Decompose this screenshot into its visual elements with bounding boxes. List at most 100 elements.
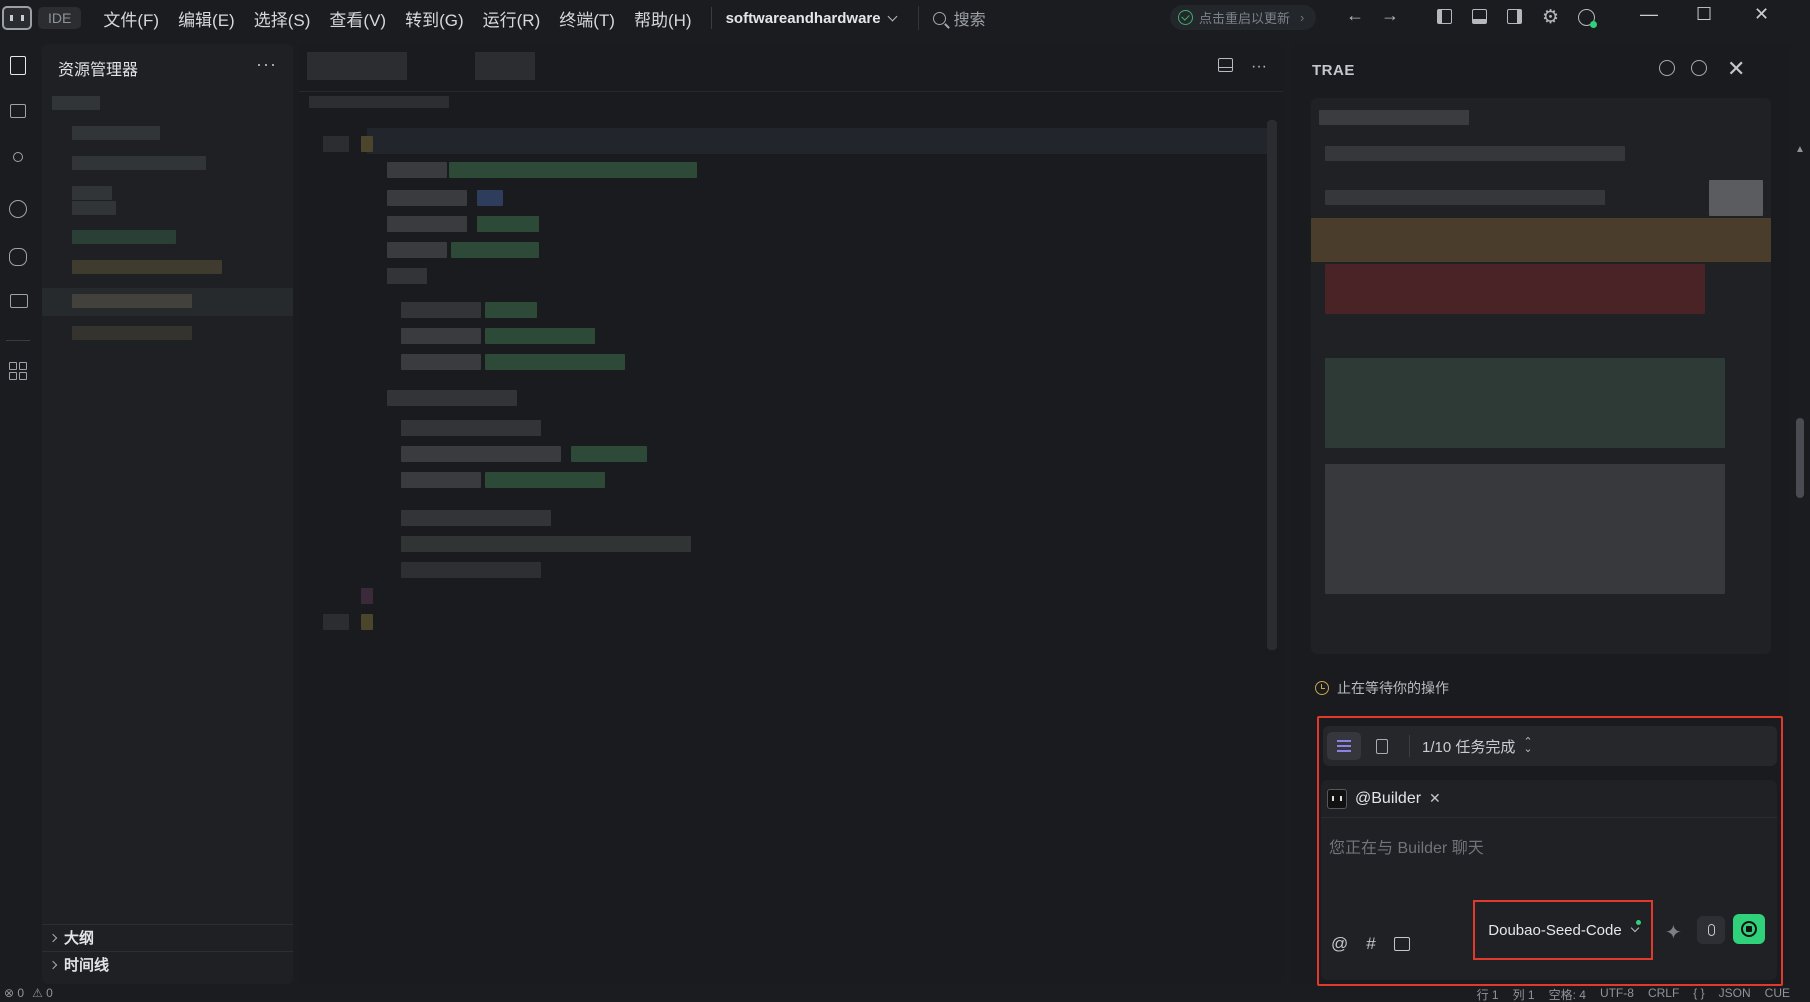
- code-line: [387, 390, 517, 406]
- tree-item[interactable]: [72, 126, 160, 140]
- workspace-name: softwareandhardware: [725, 9, 881, 27]
- stop-button[interactable]: [1733, 914, 1765, 944]
- tree-item[interactable]: [72, 326, 192, 340]
- source-control-icon[interactable]: [7, 152, 29, 174]
- menu-goto[interactable]: 转到(G): [405, 2, 464, 35]
- task-progress-bar: 1/10 任务完成 ⌃ ⌄: [1323, 726, 1777, 766]
- code-line: [401, 328, 481, 344]
- menu-help[interactable]: 帮助(H): [634, 2, 692, 35]
- status-problems[interactable]: ⊗ 0 ⚠ 0: [4, 986, 53, 1000]
- model-selector[interactable]: Doubao-Seed-Code: [1473, 900, 1653, 960]
- chevron-right-icon: [48, 933, 58, 942]
- status-bar: ⊗ 0 ⚠ 0 行 1 列 1 空格: 4 UTF-8 CRLF { } JSO…: [0, 986, 1810, 1002]
- minimize-button[interactable]: —: [1640, 4, 1658, 25]
- status-cue[interactable]: CUE: [1765, 986, 1790, 1002]
- menu-selection[interactable]: 选择(S): [254, 2, 311, 35]
- command-search[interactable]: 搜索: [917, 6, 986, 30]
- search-icon[interactable]: [7, 104, 29, 126]
- editor-scrollbar[interactable]: [1267, 120, 1277, 650]
- voice-input-button[interactable]: [1697, 916, 1725, 944]
- forward-arrow-icon[interactable]: →: [1381, 5, 1399, 25]
- window-scrollbar[interactable]: ▲: [1793, 144, 1807, 974]
- new-chat-icon[interactable]: [1659, 60, 1677, 78]
- tree-item[interactable]: [72, 260, 222, 274]
- split-editor-icon[interactable]: [1218, 58, 1234, 72]
- waiting-status: 止在等待你的操作: [1315, 678, 1449, 698]
- task-progress-dropdown[interactable]: 1/10 任务完成 ⌃ ⌄: [1422, 736, 1533, 757]
- timeline-section[interactable]: 时间线: [42, 951, 293, 977]
- history-icon[interactable]: [1691, 60, 1709, 78]
- debug-icon[interactable]: [7, 248, 29, 270]
- editor-tab[interactable]: [475, 52, 535, 80]
- menu-view[interactable]: 查看(V): [329, 2, 386, 35]
- task-progress-label: 1/10 任务完成: [1422, 738, 1516, 756]
- toggle-panel-icon[interactable]: [1472, 9, 1487, 24]
- agent-row: @Builder ✕: [1321, 780, 1777, 818]
- code-line: [477, 190, 503, 206]
- image-upload-icon[interactable]: [1393, 937, 1410, 951]
- status-eol[interactable]: CRLF: [1648, 986, 1679, 1002]
- account-icon[interactable]: [1578, 9, 1597, 28]
- extensions-icon[interactable]: [7, 362, 29, 384]
- settings-gear-icon[interactable]: ⚙: [1542, 6, 1560, 28]
- chevron-right-icon: [48, 960, 58, 969]
- explorer-icon[interactable]: [7, 56, 29, 78]
- breadcrumb[interactable]: [309, 96, 449, 108]
- sparkle-icon[interactable]: ✦: [1665, 920, 1682, 945]
- tools-icon[interactable]: ✕: [1429, 790, 1441, 807]
- search-label: 搜索: [953, 12, 986, 29]
- menu-run[interactable]: 运行(R): [483, 2, 541, 35]
- tree-item[interactable]: [72, 230, 176, 244]
- tree-item[interactable]: [52, 96, 100, 110]
- editor-tab[interactable]: [307, 52, 407, 80]
- back-arrow-icon[interactable]: ←: [1346, 5, 1364, 25]
- tree-item[interactable]: [72, 156, 206, 170]
- current-line-highlight: [367, 128, 1271, 154]
- scroll-up-icon[interactable]: ▲: [1795, 144, 1805, 155]
- tree-item[interactable]: [72, 294, 192, 308]
- close-window-button[interactable]: ✕: [1754, 4, 1769, 25]
- menu-edit[interactable]: 编辑(E): [178, 2, 235, 35]
- status-indent[interactable]: 空格: 4: [1549, 986, 1586, 1002]
- remote-icon[interactable]: [7, 294, 29, 316]
- explorer-sidebar: 资源管理器 ··· 大纲 时间线: [42, 44, 293, 984]
- maximize-button[interactable]: ☐: [1696, 4, 1712, 25]
- code-line: [449, 162, 697, 178]
- menu-terminal[interactable]: 终端(T): [559, 2, 615, 35]
- preview-icon[interactable]: [7, 200, 29, 222]
- mention-button[interactable]: @: [1331, 934, 1348, 954]
- panel-title: TRAE: [1312, 62, 1355, 79]
- code-line: [401, 420, 541, 436]
- timeline-label: 时间线: [64, 957, 110, 974]
- task-list-icon: [1337, 740, 1351, 752]
- tree-item[interactable]: [72, 201, 116, 215]
- toggle-secondary-sidebar-icon[interactable]: [1507, 9, 1522, 24]
- workspace-selector[interactable]: softwareandhardware: [725, 9, 898, 27]
- chat-input[interactable]: 您正在与 Builder 聊天: [1329, 834, 1484, 858]
- code-line: [401, 472, 481, 488]
- editor-area[interactable]: ···: [299, 44, 1283, 984]
- status-language[interactable]: JSON: [1719, 986, 1751, 1002]
- toggle-sidebar-icon[interactable]: [1437, 9, 1452, 24]
- status-encoding[interactable]: UTF-8: [1600, 986, 1634, 1002]
- more-actions-icon[interactable]: ···: [1251, 58, 1267, 76]
- agent-name[interactable]: @Builder: [1355, 790, 1421, 808]
- code-line: [387, 242, 447, 258]
- task-list-button[interactable]: [1327, 732, 1361, 760]
- close-panel-icon[interactable]: ✕: [1727, 56, 1745, 81]
- error-count: ⊗ 0: [4, 986, 25, 1000]
- scroll-thumb[interactable]: [1796, 418, 1804, 498]
- outline-section[interactable]: 大纲: [42, 924, 293, 950]
- ide-badge[interactable]: IDE: [38, 7, 82, 29]
- chat-composer[interactable]: @Builder ✕ 您正在与 Builder 聊天 @ # Doubao-Se…: [1321, 780, 1777, 980]
- status-braces[interactable]: { }: [1693, 986, 1704, 1002]
- context-button[interactable]: #: [1366, 934, 1375, 954]
- update-button[interactable]: 点击重启以更新 ›: [1170, 5, 1317, 30]
- more-actions-icon[interactable]: ···: [256, 54, 277, 75]
- status-column[interactable]: 列 1: [1513, 986, 1535, 1002]
- status-line[interactable]: 行 1: [1477, 986, 1499, 1002]
- document-button[interactable]: [1365, 732, 1399, 760]
- menu-file[interactable]: 文件(F): [103, 2, 159, 35]
- message-line: [1325, 146, 1625, 161]
- tree-item[interactable]: [72, 186, 112, 200]
